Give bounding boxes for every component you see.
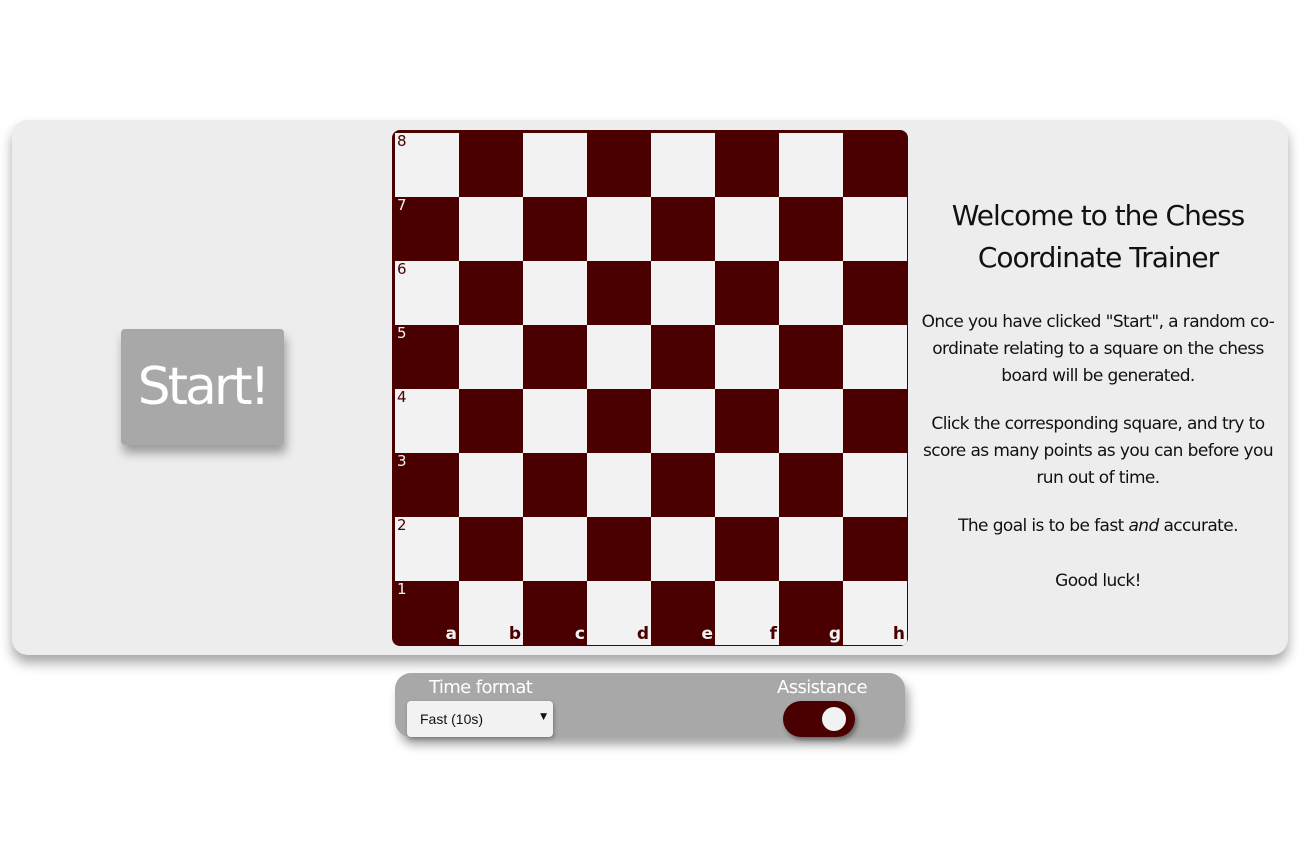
square-d6[interactable] — [587, 261, 651, 325]
square-d7[interactable] — [587, 197, 651, 261]
square-f8[interactable] — [715, 133, 779, 197]
rank-label: 4 — [397, 388, 407, 406]
time-format-select[interactable]: Fast (10s) ▼ — [407, 701, 553, 737]
square-f7[interactable] — [715, 197, 779, 261]
square-a4[interactable]: 4 — [395, 389, 459, 453]
square-a5[interactable]: 5 — [395, 325, 459, 389]
square-e1[interactable]: e — [651, 581, 715, 645]
square-f3[interactable] — [715, 453, 779, 517]
square-a7[interactable]: 7 — [395, 197, 459, 261]
goal-prefix: The goal is to be fast — [958, 516, 1129, 536]
instructions-paragraph-2: Click the corresponding square, and try … — [922, 414, 1274, 488]
instructions-panel: Welcome to the Chess Coordinate Trainer … — [918, 195, 1278, 616]
square-d4[interactable] — [587, 389, 651, 453]
file-label: e — [701, 624, 713, 644]
start-button[interactable]: Start! — [121, 329, 284, 445]
square-a8[interactable]: 8 — [395, 133, 459, 197]
square-b8[interactable] — [459, 133, 523, 197]
rank-label: 7 — [397, 196, 407, 214]
square-g1[interactable]: g — [779, 581, 843, 645]
chess-board: 87654321abcdefgh — [392, 130, 908, 646]
square-b7[interactable] — [459, 197, 523, 261]
square-b3[interactable] — [459, 453, 523, 517]
square-d1[interactable]: d — [587, 581, 651, 645]
square-d2[interactable] — [587, 517, 651, 581]
square-c3[interactable] — [523, 453, 587, 517]
square-h2[interactable] — [843, 517, 907, 581]
square-b4[interactable] — [459, 389, 523, 453]
goal-text: The goal is to be fast and accurate. — [918, 513, 1278, 540]
square-e2[interactable] — [651, 517, 715, 581]
rank-label: 3 — [397, 452, 407, 470]
square-h1[interactable]: h — [843, 581, 907, 645]
file-label: g — [828, 624, 841, 644]
rank-label: 8 — [397, 132, 407, 150]
square-a3[interactable]: 3 — [395, 453, 459, 517]
square-g7[interactable] — [779, 197, 843, 261]
file-label: c — [574, 624, 585, 644]
square-b6[interactable] — [459, 261, 523, 325]
toggle-knob — [822, 707, 846, 731]
file-label: a — [445, 624, 457, 644]
square-b1[interactable]: b — [459, 581, 523, 645]
square-e5[interactable] — [651, 325, 715, 389]
square-d3[interactable] — [587, 453, 651, 517]
square-e7[interactable] — [651, 197, 715, 261]
square-c8[interactable] — [523, 133, 587, 197]
square-g2[interactable] — [779, 517, 843, 581]
square-g4[interactable] — [779, 389, 843, 453]
settings-bar: Time format Fast (10s) ▼ Assistance — [395, 673, 905, 737]
square-a2[interactable]: 2 — [395, 517, 459, 581]
good-luck-text: Good luck! — [1055, 571, 1141, 591]
square-e4[interactable] — [651, 389, 715, 453]
instructions-paragraph-1: Once you have clicked "Start", a random … — [921, 312, 1275, 386]
square-c4[interactable] — [523, 389, 587, 453]
square-h6[interactable] — [843, 261, 907, 325]
file-label: h — [892, 624, 905, 644]
file-label: b — [508, 624, 521, 644]
rank-label: 6 — [397, 260, 407, 278]
square-f5[interactable] — [715, 325, 779, 389]
assistance-toggle[interactable] — [783, 701, 855, 737]
square-g3[interactable] — [779, 453, 843, 517]
file-label: d — [636, 624, 649, 644]
square-c7[interactable] — [523, 197, 587, 261]
square-e8[interactable] — [651, 133, 715, 197]
square-h5[interactable] — [843, 325, 907, 389]
square-h8[interactable] — [843, 133, 907, 197]
square-h4[interactable] — [843, 389, 907, 453]
goal-emphasis: and — [1128, 516, 1159, 536]
square-f4[interactable] — [715, 389, 779, 453]
rank-label: 2 — [397, 516, 407, 534]
square-b2[interactable] — [459, 517, 523, 581]
square-e3[interactable] — [651, 453, 715, 517]
square-c2[interactable] — [523, 517, 587, 581]
square-c6[interactable] — [523, 261, 587, 325]
square-d5[interactable] — [587, 325, 651, 389]
square-a6[interactable]: 6 — [395, 261, 459, 325]
square-a1[interactable]: 1a — [395, 581, 459, 645]
square-f2[interactable] — [715, 517, 779, 581]
square-g5[interactable] — [779, 325, 843, 389]
square-d8[interactable] — [587, 133, 651, 197]
dropdown-arrow-icon: ▼ — [540, 712, 547, 722]
page-title: Welcome to the Chess Coordinate Trainer — [951, 199, 1246, 274]
square-b5[interactable] — [459, 325, 523, 389]
rank-label: 1 — [397, 580, 407, 598]
square-e6[interactable] — [651, 261, 715, 325]
square-h3[interactable] — [843, 453, 907, 517]
square-g6[interactable] — [779, 261, 843, 325]
time-format-value: Fast (10s) — [420, 711, 484, 727]
square-g8[interactable] — [779, 133, 843, 197]
assistance-label: Assistance — [777, 677, 868, 698]
square-c5[interactable] — [523, 325, 587, 389]
square-c1[interactable]: c — [523, 581, 587, 645]
file-label: f — [769, 624, 777, 644]
rank-label: 5 — [397, 324, 407, 342]
square-f6[interactable] — [715, 261, 779, 325]
square-f1[interactable]: f — [715, 581, 779, 645]
goal-suffix: accurate. — [1158, 516, 1238, 536]
time-format-label: Time format — [429, 677, 533, 698]
square-h7[interactable] — [843, 197, 907, 261]
